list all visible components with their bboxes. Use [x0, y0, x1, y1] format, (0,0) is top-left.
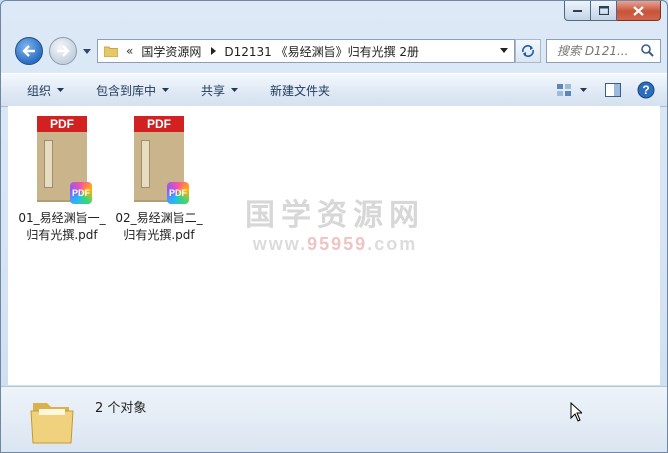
help-button[interactable]: ?: [631, 78, 667, 102]
book-title-slip: [141, 140, 150, 188]
include-label: 包含到库中: [96, 83, 157, 98]
mouse-cursor-icon: [570, 402, 582, 422]
share-menu[interactable]: 共享: [191, 78, 248, 102]
address-bar[interactable]: « 国学资源网 D12131 《易经渊旨》归有光撰 2册: [97, 39, 515, 63]
watermark-url-number: 95959: [307, 234, 368, 254]
pdf-badge-icon: PDF: [70, 182, 92, 204]
minimize-icon: [573, 9, 582, 12]
file-item[interactable]: PDF PDF 01_易经渊旨一_ 归有光撰.pdf: [14, 112, 110, 244]
pdf-header: PDF: [134, 116, 184, 132]
preview-pane-button[interactable]: [595, 78, 631, 102]
refresh-button[interactable]: [515, 39, 541, 63]
maximize-button[interactable]: [591, 1, 617, 21]
watermark-url-suffix: .com: [367, 234, 418, 254]
watermark-url: www.95959.com: [230, 234, 440, 255]
organize-label: 组织: [27, 83, 52, 98]
navigation-bar: « 国学资源网 D12131 《易经渊旨》归有光撰 2册: [1, 33, 667, 69]
breadcrumb-separator-icon[interactable]: [211, 47, 217, 55]
close-icon: [633, 5, 644, 16]
preview-pane-icon: [605, 83, 621, 97]
command-bar: 组织 包含到库中 共享 新建文件夹 ?: [1, 73, 667, 107]
folder-icon: [30, 403, 74, 444]
arrow-left-icon: [22, 45, 35, 57]
watermark: 国学资源网 www.95959.com: [230, 198, 440, 255]
book-title-slip: [44, 140, 53, 188]
chevron-down-icon: [162, 88, 170, 92]
file-name-line: 归有光撰.pdf: [26, 228, 98, 242]
file-list[interactable]: PDF PDF 01_易经渊旨一_ 归有光撰.pdf PDF PDF 02_易经…: [8, 106, 660, 385]
details-pane: 2 个对象: [1, 386, 667, 452]
breadcrumb-overflow-icon[interactable]: «: [126, 44, 133, 58]
pdf-file-icon: PDF PDF: [134, 116, 189, 204]
new-folder-label: 新建文件夹: [270, 83, 331, 98]
arrow-right-icon: [57, 45, 70, 57]
change-view-button[interactable]: [552, 78, 576, 102]
watermark-url-prefix: www.: [252, 234, 308, 254]
search-box[interactable]: [546, 39, 661, 63]
organize-menu[interactable]: 组织: [17, 78, 74, 102]
maximize-icon: [598, 6, 609, 15]
caption-buttons: [564, 1, 661, 21]
chevron-down-icon: [57, 88, 65, 92]
file-name-line: 02_易经渊旨二_: [115, 211, 203, 225]
file-name: 02_易经渊旨二_ 归有光撰.pdf: [111, 210, 207, 244]
help-icon: ?: [637, 81, 655, 99]
file-name-line: 归有光撰.pdf: [123, 228, 195, 242]
file-item[interactable]: PDF PDF 02_易经渊旨二_ 归有光撰.pdf: [111, 112, 207, 244]
folder-icon: [104, 46, 118, 57]
share-label: 共享: [201, 83, 226, 98]
refresh-icon: [522, 45, 534, 57]
chevron-down-icon: [580, 88, 587, 92]
pdf-badge-icon: PDF: [167, 182, 189, 204]
view-options-dropdown[interactable]: [576, 78, 595, 102]
address-dropdown-icon[interactable]: [500, 48, 508, 53]
chevron-down-icon: [83, 48, 91, 54]
item-count: 2 个对象: [95, 401, 147, 416]
pdf-file-icon: PDF PDF: [37, 116, 92, 204]
explorer-window: « 国学资源网 D12131 《易经渊旨》归有光撰 2册 组织 包含到库中 共享: [0, 0, 668, 453]
include-in-library-menu[interactable]: 包含到库中: [86, 78, 179, 102]
search-input[interactable]: [555, 43, 647, 59]
view-options-icon: [557, 84, 571, 96]
forward-button[interactable]: [49, 37, 77, 65]
back-button[interactable]: [15, 37, 43, 65]
file-name: 01_易经渊旨一_ 归有光撰.pdf: [14, 210, 110, 244]
minimize-button[interactable]: [564, 1, 591, 21]
new-folder-button[interactable]: 新建文件夹: [260, 78, 340, 102]
watermark-title: 国学资源网: [245, 198, 425, 233]
chevron-down-icon: [231, 88, 239, 92]
svg-text:?: ?: [642, 83, 649, 97]
search-icon[interactable]: [641, 44, 654, 57]
recent-pages-button[interactable]: [81, 45, 93, 57]
breadcrumb-item[interactable]: 国学资源网: [139, 43, 203, 60]
file-name-line: 01_易经渊旨一_: [18, 211, 106, 225]
breadcrumb-item[interactable]: D12131 《易经渊旨》归有光撰 2册: [222, 43, 421, 60]
toolbar-right-group: ?: [552, 74, 667, 106]
pdf-header: PDF: [37, 116, 87, 132]
close-button[interactable]: [617, 1, 661, 21]
